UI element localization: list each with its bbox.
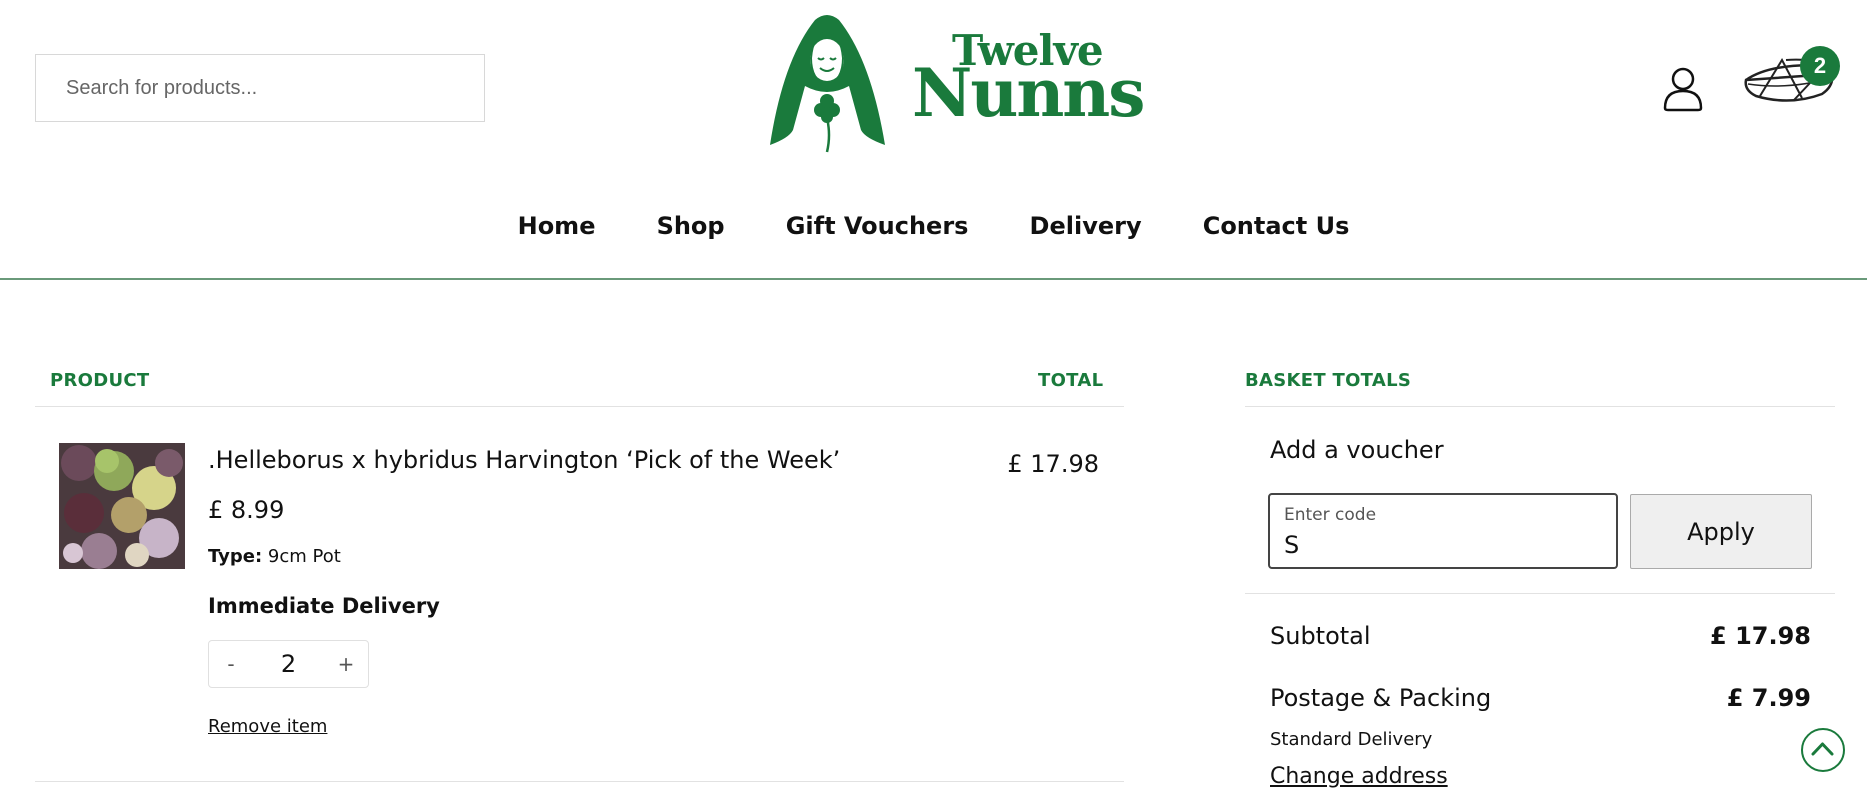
postage-value: £ 7.99 <box>1726 684 1811 712</box>
delivery-method: Standard Delivery <box>1270 729 1433 750</box>
voucher-code-label: Enter code <box>1284 505 1377 525</box>
change-address-link[interactable]: Change address <box>1270 764 1448 789</box>
remove-item-link[interactable]: Remove item <box>208 716 327 737</box>
nav-home[interactable]: Home <box>518 212 596 240</box>
product-type-value: 9cm Pot <box>267 546 341 567</box>
main-nav: Home Shop Gift Vouchers Delivery Contact… <box>0 212 1867 240</box>
search-input[interactable] <box>35 54 485 122</box>
product-column-header: PRODUCT <box>50 370 150 391</box>
subtotal-value: £ 17.98 <box>1710 622 1811 650</box>
product-thumbnail[interactable] <box>59 443 185 569</box>
nav-gift-vouchers[interactable]: Gift Vouchers <box>786 212 969 240</box>
product-type-label: Type: <box>208 546 263 567</box>
nav-shop[interactable]: Shop <box>657 212 725 240</box>
table-header-divider <box>35 406 1124 407</box>
scroll-to-top-button[interactable] <box>1801 728 1845 772</box>
product-type: Type: 9cm Pot <box>208 546 341 567</box>
product-unit-price: £ 8.99 <box>208 496 285 524</box>
voucher-code-value[interactable]: S <box>1284 531 1299 559</box>
basket-count-badge: 2 <box>1800 46 1840 86</box>
table-row-divider <box>35 781 1124 782</box>
totals-header-divider <box>1245 406 1835 407</box>
subtotal-label: Subtotal <box>1270 622 1371 650</box>
line-total: £ 17.98 <box>1007 450 1099 478</box>
decrease-quantity-button[interactable]: - <box>209 652 253 676</box>
nav-contact-us[interactable]: Contact Us <box>1203 212 1350 240</box>
product-name[interactable]: .Helleborus x hybridus Harvington ‘Pick … <box>208 446 840 474</box>
quantity-value[interactable]: 2 <box>281 650 296 678</box>
delivery-option: Immediate Delivery <box>208 594 440 618</box>
voucher-code-field[interactable]: Enter code S <box>1268 493 1618 569</box>
header-divider <box>0 278 1867 280</box>
chevron-up-icon <box>1811 742 1834 756</box>
voucher-heading: Add a voucher <box>1270 436 1444 464</box>
quantity-stepper: - 2 + <box>208 640 369 688</box>
user-icon[interactable] <box>1660 64 1706 112</box>
nav-delivery[interactable]: Delivery <box>1030 212 1142 240</box>
postage-label: Postage & Packing <box>1270 684 1492 712</box>
total-column-header: TOTAL <box>1038 370 1104 391</box>
basket-totals-header: BASKET TOTALS <box>1245 370 1412 391</box>
voucher-divider <box>1245 593 1835 594</box>
apply-voucher-button[interactable]: Apply <box>1630 494 1812 569</box>
logo-line-2: Nunns <box>912 54 1145 132</box>
increase-quantity-button[interactable]: + <box>324 652 368 676</box>
